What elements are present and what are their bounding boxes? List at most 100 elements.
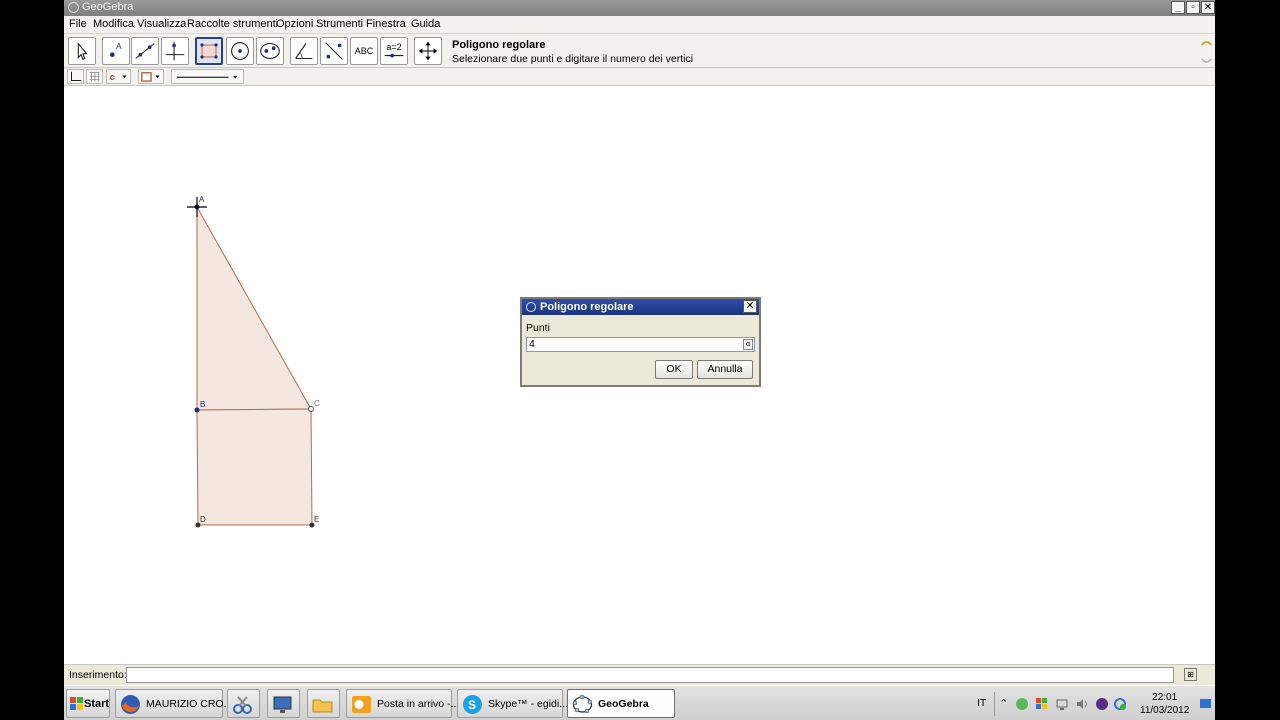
menu-visualizza[interactable]: Visualizza bbox=[137, 18, 186, 30]
tool-help-description: Selezionare due punti e digitare il nume… bbox=[452, 53, 694, 65]
show-desktop-icon[interactable] bbox=[1199, 697, 1212, 710]
vertices-input[interactable]: 4 α bbox=[526, 337, 755, 352]
dialog-title-bar: Poligono regolare ✕ bbox=[522, 299, 759, 315]
svg-text:c: c bbox=[110, 72, 115, 82]
task-label: Skype™ - egidi... bbox=[488, 698, 568, 710]
color-icon bbox=[141, 72, 160, 82]
geogebra-icon bbox=[572, 694, 593, 714]
angle-tool[interactable] bbox=[290, 37, 318, 65]
circle-tool[interactable] bbox=[226, 37, 254, 65]
start-label: Start bbox=[84, 698, 110, 710]
task-remote-desktop[interactable] bbox=[267, 689, 300, 718]
reflect-icon bbox=[325, 42, 343, 60]
line-style-dropdown[interactable] bbox=[171, 69, 244, 84]
windows-flag-icon[interactable] bbox=[1035, 697, 1049, 711]
vertices-input-value: 4 bbox=[529, 338, 535, 350]
reflect-tool[interactable] bbox=[320, 37, 348, 65]
menu-guida[interactable]: Guida bbox=[411, 18, 440, 30]
network-app-icon[interactable] bbox=[1015, 697, 1029, 711]
network-icon[interactable] bbox=[1055, 697, 1069, 711]
slider-line-icon bbox=[384, 53, 404, 58]
input-bar-field[interactable] bbox=[126, 667, 1174, 683]
task-firefox[interactable]: MAURIZIO CRO... bbox=[115, 689, 232, 718]
ok-button[interactable]: OK bbox=[655, 360, 693, 379]
text-icon: ABC bbox=[354, 46, 374, 56]
move-tool[interactable] bbox=[68, 37, 96, 65]
task-snipping-tool[interactable] bbox=[227, 689, 260, 718]
menu-raccolte-strumenti[interactable]: Raccolte strumenti bbox=[187, 18, 278, 30]
system-tray: IT ⌃ 22:01 11/03/2012 bbox=[970, 688, 1215, 719]
tool-help: Poligono regolare Selezionare due punti … bbox=[452, 39, 693, 65]
input-help-icon[interactable]: ⊞ bbox=[1184, 668, 1197, 681]
volume-icon[interactable] bbox=[1075, 697, 1089, 711]
input-bar: Inserimento: ⊞ bbox=[64, 664, 1215, 685]
point-tool[interactable]: A bbox=[102, 37, 130, 65]
grid-toggle[interactable] bbox=[86, 69, 103, 84]
task-skype[interactable]: S Skype™ - egidi... bbox=[457, 689, 568, 718]
geogebra-window: GeoGebra _ ▫ ✕ File Modifica Visualizza … bbox=[64, 0, 1215, 720]
slider-tool[interactable]: a=2 bbox=[380, 37, 408, 65]
perpendicular-tool[interactable] bbox=[161, 37, 189, 65]
clock-time: 22:01 bbox=[1152, 692, 1178, 703]
menu-modifica[interactable]: Modifica bbox=[93, 18, 134, 30]
minimize-button[interactable]: _ bbox=[1171, 1, 1185, 14]
cancel-button[interactable]: Annulla bbox=[697, 360, 753, 379]
task-geogebra[interactable]: GeoGebra bbox=[567, 689, 675, 718]
clock[interactable]: 22:01 11/03/2012 bbox=[1140, 691, 1189, 717]
start-button[interactable]: Start bbox=[66, 689, 110, 718]
task-folder[interactable] bbox=[307, 689, 340, 718]
graphics-view[interactable]: A B C D E Poligono regolare ✕ Punti 4 α … bbox=[64, 86, 1215, 664]
close-button[interactable]: ✕ bbox=[1201, 1, 1215, 14]
antivirus-icon[interactable] bbox=[1095, 697, 1109, 711]
label-c: C bbox=[314, 399, 320, 408]
dialog-close-button[interactable]: ✕ bbox=[743, 300, 757, 313]
label-d: D bbox=[200, 515, 206, 524]
undo-icon[interactable] bbox=[1201, 41, 1212, 46]
move-view-icon bbox=[418, 41, 438, 61]
conic-tool[interactable] bbox=[256, 37, 284, 65]
input-bar-label: Inserimento: bbox=[69, 669, 127, 681]
label-e: E bbox=[314, 515, 319, 524]
text-tool[interactable]: ABC bbox=[350, 37, 378, 65]
line-icon bbox=[135, 43, 155, 59]
firefox-icon bbox=[121, 695, 140, 714]
label-b: B bbox=[200, 400, 205, 409]
window-title: GeoGebra bbox=[82, 1, 134, 13]
line-style-icon bbox=[176, 75, 238, 79]
sync-icon[interactable] bbox=[1113, 697, 1127, 711]
geogebra-logo-icon bbox=[68, 2, 79, 13]
menu-opzioni[interactable]: Opzioni bbox=[276, 18, 313, 30]
angle-icon bbox=[295, 43, 313, 59]
show-hidden-icons-icon[interactable]: ⌃ bbox=[999, 697, 1013, 711]
label-a: A bbox=[199, 195, 205, 204]
menu-file[interactable]: File bbox=[69, 18, 87, 30]
title-bar: GeoGebra _ ▫ ✕ bbox=[64, 0, 1215, 16]
svg-text:S: S bbox=[468, 698, 476, 712]
restore-button[interactable]: ▫ bbox=[1186, 1, 1200, 14]
line-tool[interactable] bbox=[131, 37, 159, 65]
polygon-tool[interactable] bbox=[195, 37, 223, 65]
square-bcde[interactable] bbox=[196, 408, 313, 526]
clock-date: 11/03/2012 bbox=[1140, 705, 1190, 716]
move-view-tool[interactable] bbox=[414, 37, 442, 65]
tool-help-title: Poligono regolare bbox=[452, 39, 546, 51]
label-style-dropdown[interactable]: c bbox=[106, 69, 131, 84]
language-indicator[interactable]: IT bbox=[977, 697, 986, 709]
menu-finestra[interactable]: Finestra bbox=[366, 18, 406, 30]
menu-bar: File Modifica Visualizza Raccolte strume… bbox=[64, 16, 1215, 34]
color-dropdown[interactable] bbox=[138, 69, 164, 84]
grid-icon bbox=[89, 71, 100, 82]
redo-icon[interactable] bbox=[1201, 58, 1212, 63]
outlook-icon bbox=[352, 696, 371, 713]
axes-toggle[interactable] bbox=[67, 69, 84, 84]
point-b[interactable] bbox=[194, 407, 200, 413]
point-icon: A bbox=[109, 41, 122, 58]
point-c[interactable] bbox=[308, 406, 314, 412]
triangle-abc[interactable] bbox=[196, 205, 312, 411]
regular-polygon-dialog: Poligono regolare ✕ Punti 4 α OK Annulla bbox=[520, 297, 761, 387]
menu-strumenti[interactable]: Strumenti bbox=[316, 18, 363, 30]
perpendicular-icon bbox=[165, 41, 185, 61]
task-outlook[interactable]: Posta in arrivo -... bbox=[346, 689, 459, 718]
geogebra-dialog-icon bbox=[526, 302, 536, 312]
virtual-keyboard-icon[interactable]: α bbox=[743, 339, 753, 350]
